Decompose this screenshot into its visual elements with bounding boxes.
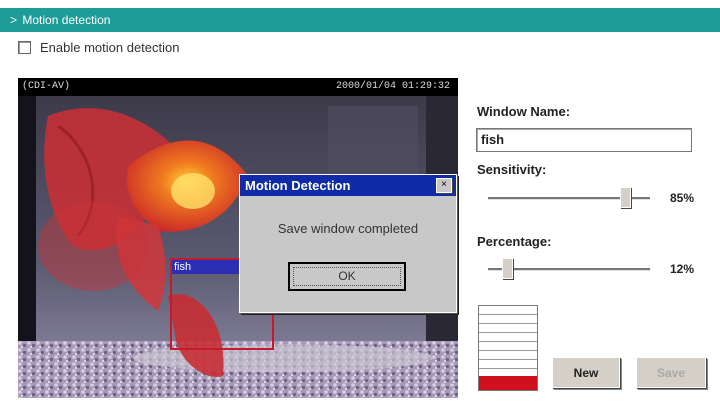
dialog-message: Save window completed (277, 221, 419, 236)
dialog-title-text: Motion Detection (245, 178, 351, 193)
window-name-input[interactable]: fish (476, 128, 692, 152)
percentage-value: 12% (670, 262, 695, 276)
close-icon[interactable]: × (436, 178, 452, 193)
enable-motion-row[interactable]: Enable motion detection (18, 38, 179, 56)
enable-motion-checkbox[interactable] (18, 40, 31, 54)
activity-level-fill (479, 376, 537, 390)
video-osd: (CDI-AV) 2000/01/04 01:29:32 (18, 78, 458, 96)
percentage-slider-thumb[interactable] (501, 258, 513, 279)
ok-button-label: OK (293, 267, 401, 286)
motion-detection-dialog: Motion Detection × Save window completed… (239, 174, 457, 313)
save-button[interactable]: Save (636, 357, 706, 388)
dialog-title: Motion Detection × (240, 175, 456, 196)
window-name-label: Window Name: (477, 104, 571, 119)
sensitivity-value: 85% (670, 191, 695, 205)
new-button[interactable]: New (552, 357, 620, 388)
percentage-label: Percentage: (477, 234, 552, 249)
header-title: Motion detection (22, 13, 111, 27)
motion-window-name: fish (172, 260, 244, 274)
sensitivity-label: Sensitivity: (477, 162, 547, 177)
ok-button[interactable]: OK (288, 262, 406, 291)
header-arrow-icon: > (10, 13, 18, 27)
enable-motion-label: Enable motion detection (40, 39, 180, 55)
video-timestamp: 2000/01/04 01:29:32 (335, 81, 450, 92)
motion-activity-meter (478, 305, 538, 391)
sensitivity-slider-thumb[interactable] (620, 187, 632, 208)
section-header: > Motion detection (0, 8, 720, 32)
camera-label: (CDI-AV) (22, 81, 71, 92)
